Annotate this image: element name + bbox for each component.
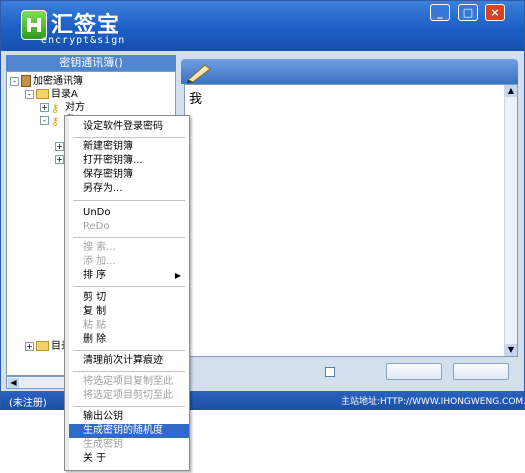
scroll-up-icon[interactable]: ▲: [505, 85, 517, 97]
menu-item-search: 搜 索...: [83, 242, 116, 253]
book-icon: [21, 75, 31, 87]
app-subtitle: encrypt&sign: [41, 35, 126, 46]
menu-separator: [73, 350, 185, 351]
menu-item-save-as[interactable]: 另存为...: [69, 182, 189, 196]
menu-separator: [73, 406, 185, 407]
context-menu: 设定软件登录密码 新建密钥簿 打开密钥簿... 保存密钥簿 另存为... UnD…: [64, 115, 190, 471]
menu-item-export-public-key[interactable]: 输出公钥: [69, 410, 189, 424]
folder-icon: [36, 89, 49, 99]
tree-node-directory-a[interactable]: - 目录A: [25, 88, 78, 101]
menu-item-set-login-password[interactable]: 设定软件登录密码: [69, 120, 189, 134]
tree-node-label: 目录A: [51, 89, 78, 100]
pen-icon: [187, 64, 211, 83]
menu-item-copy[interactable]: 复 制: [69, 305, 189, 319]
editor-header: [181, 59, 518, 84]
expand-icon[interactable]: +: [40, 102, 49, 112]
collapse-icon[interactable]: -: [40, 115, 49, 125]
key-icon: ⚷: [51, 102, 60, 115]
menu-item-undo[interactable]: UnDo: [69, 206, 189, 220]
editor-textarea[interactable]: 我 ▲ ▼: [184, 84, 518, 357]
collapse-icon[interactable]: -: [25, 89, 34, 99]
registration-status: (未注册): [9, 398, 47, 409]
expand-icon[interactable]: +: [25, 341, 34, 351]
menu-item-add: 添 加...: [83, 256, 116, 267]
menu-separator: [73, 237, 185, 238]
expand-icon[interactable]: +: [55, 154, 64, 164]
editor-content: 我: [189, 92, 203, 107]
menu-item-cut-selected-here: 将选定项目剪切至此: [83, 390, 173, 401]
menu-item-new-keybook[interactable]: 新建密钥簿: [69, 140, 189, 154]
tree-node-label: 加密通讯簿: [33, 76, 83, 87]
menu-item-redo: ReDo: [83, 221, 110, 232]
title-bar: 汇签宝 encrypt&sign _ □ ×: [1, 1, 524, 51]
menu-separator: [73, 200, 185, 201]
expand-icon[interactable]: +: [55, 141, 64, 151]
menu-separator: [73, 371, 185, 372]
collapse-icon[interactable]: -: [10, 76, 19, 86]
menu-separator: [73, 286, 185, 287]
close-button[interactable]: ×: [485, 4, 505, 21]
tree-node-collapsed[interactable]: +: [55, 153, 64, 166]
menu-item-open-keybook[interactable]: 打开密钥簿...: [69, 154, 189, 168]
site-address: 主站地址:HTTP://WWW.IHONGWENG.COM.CN: [341, 397, 525, 407]
minimize-button[interactable]: _: [430, 4, 450, 21]
menu-item-sort[interactable]: 排 序 ▶: [69, 269, 189, 283]
menu-item-copy-selected-here: 将选定项目复制至此: [83, 376, 173, 387]
action-button-2[interactable]: [453, 363, 509, 380]
folder-icon: [36, 341, 49, 351]
scroll-down-icon[interactable]: ▼: [505, 344, 517, 356]
menu-item-cut[interactable]: 剪 切: [69, 291, 189, 305]
menu-item-clear-traces[interactable]: 清理前次计算痕迹: [69, 354, 189, 368]
maximize-button[interactable]: □: [458, 4, 478, 21]
editor-vertical-scrollbar[interactable]: ▲ ▼: [504, 85, 517, 356]
option-checkbox[interactable]: [325, 367, 335, 377]
key-icon: ⚷: [51, 115, 60, 128]
menu-item-save-keybook[interactable]: 保存密钥簿: [69, 168, 189, 182]
tree-node-root[interactable]: - 加密通讯簿: [10, 75, 83, 88]
action-button-1[interactable]: [386, 363, 442, 380]
menu-separator: [73, 137, 185, 138]
menu-item-delete[interactable]: 删 除: [69, 333, 189, 347]
menu-item-key-randomness[interactable]: 生成密钥的随机度: [69, 424, 189, 438]
tree-node-other[interactable]: + ⚷ 对方: [40, 101, 85, 115]
tree-panel-header: 密钥通讯簿(): [6, 55, 176, 71]
scroll-left-icon[interactable]: ◀: [8, 378, 19, 388]
tree-node-label: 对方: [65, 102, 85, 113]
menu-item-paste: 粘 贴: [83, 320, 107, 331]
tree-node-collapsed[interactable]: +: [55, 140, 64, 153]
menu-item-about[interactable]: 关 于: [69, 452, 189, 466]
menu-item-generate-key: 生成密钥: [83, 439, 123, 450]
submenu-arrow-icon: ▶: [174, 271, 181, 280]
